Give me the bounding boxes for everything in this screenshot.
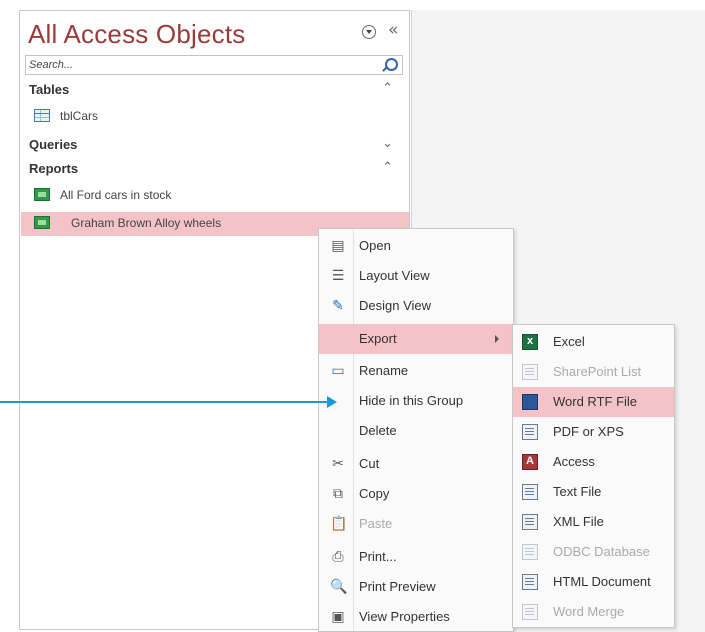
submenu-item-label: Text File — [553, 484, 602, 499]
submenu-item-label: Excel — [553, 334, 585, 349]
submenu-item-sharepoint-list[interactable]: SharePoint List — [513, 357, 674, 387]
cut-icon: ✂ — [332, 456, 344, 472]
print-icon: ⎙ — [332, 549, 344, 565]
print-preview-icon: 🔍 — [330, 579, 348, 595]
copy-icon: ⧉ — [333, 486, 343, 502]
sharepoint-icon — [522, 364, 538, 380]
rename-icon: ▭ — [331, 363, 345, 379]
paste-icon: 📋 — [330, 516, 348, 532]
menu-item-layout-view[interactable]: ☰ Layout View — [319, 261, 513, 291]
submenu-item-xml-file[interactable]: XML File — [513, 507, 674, 537]
shutter-bar-collapse-icon[interactable]: « — [388, 20, 398, 40]
submenu-item-word-merge[interactable]: Word Merge — [513, 597, 674, 627]
menu-item-label: Copy — [359, 486, 390, 501]
menu-item-paste[interactable]: 📋 Paste — [319, 509, 513, 539]
submenu-item-label: HTML Document — [553, 574, 651, 589]
odbc-icon — [522, 544, 538, 560]
chevron-up-icon[interactable]: ⌃ — [382, 160, 393, 175]
group-label: Tables — [29, 82, 70, 97]
submenu-item-label: Word RTF File — [553, 394, 638, 409]
submenu-item-access[interactable]: Access — [513, 447, 674, 477]
menu-item-label: Print Preview — [359, 579, 436, 594]
submenu-item-label: Word Merge — [553, 604, 625, 619]
text-file-icon — [522, 484, 538, 500]
menu-item-hide-in-group[interactable]: Hide in this Group — [319, 386, 513, 416]
submenu-arrow-icon — [495, 335, 499, 343]
menu-item-delete[interactable]: Delete — [319, 416, 513, 446]
report-icon — [34, 188, 50, 201]
menu-item-label: Delete — [359, 423, 397, 438]
group-label: Reports — [29, 161, 79, 176]
submenu-item-label: SharePoint List — [553, 364, 642, 379]
submenu-item-html-document[interactable]: HTML Document — [513, 567, 674, 597]
report-icon — [34, 216, 50, 229]
chevron-up-icon[interactable]: ⌃ — [382, 81, 393, 96]
html-document-icon — [522, 574, 538, 590]
callout-arrow-line — [0, 401, 332, 403]
menu-item-label: Design View — [359, 298, 432, 313]
menu-item-print-preview[interactable]: 🔍 Print Preview — [319, 572, 513, 602]
submenu-item-word-rtf[interactable]: Word RTF File — [513, 387, 674, 417]
menu-item-label: Cut — [359, 456, 380, 471]
menu-item-label: Hide in this Group — [359, 393, 464, 408]
word-merge-icon — [522, 604, 538, 620]
layout-view-icon: ☰ — [331, 268, 345, 284]
menu-item-label: Export — [359, 331, 397, 346]
group-header-tables[interactable]: Tables ⌃ — [29, 81, 399, 97]
group-label: Queries — [29, 137, 78, 152]
open-icon: ▤ — [331, 238, 345, 254]
menu-item-copy[interactable]: ⧉ Copy — [319, 479, 513, 509]
menu-item-label: Open — [359, 238, 391, 253]
export-submenu: Excel SharePoint List Word RTF File PDF … — [512, 324, 675, 628]
context-menu: ▤ Open ☰ Layout View ✎ Design View Expor… — [318, 228, 514, 632]
menu-item-design-view[interactable]: ✎ Design View — [319, 291, 513, 321]
submenu-item-label: ODBC Database — [553, 544, 650, 559]
table-icon — [34, 109, 50, 122]
menu-item-export[interactable]: Export — [319, 324, 513, 354]
menu-item-label: View Properties — [359, 609, 450, 624]
menu-item-print[interactable]: ⎙ Print... — [319, 542, 513, 572]
design-view-icon: ✎ — [332, 298, 344, 314]
nav-item-tblcars[interactable]: tblCars — [34, 105, 410, 129]
nav-item-label: All Ford cars in stock — [60, 188, 172, 202]
nav-item-label: tblCars — [60, 109, 99, 123]
group-header-queries[interactable]: Queries ⌄ — [29, 136, 399, 152]
menu-item-label: Rename — [359, 363, 409, 378]
submenu-item-label: PDF or XPS — [553, 424, 624, 439]
submenu-item-excel[interactable]: Excel — [513, 327, 674, 357]
submenu-item-pdf-xps[interactable]: PDF or XPS — [513, 417, 674, 447]
chevron-down-icon[interactable]: ⌄ — [382, 136, 393, 151]
submenu-item-text-file[interactable]: Text File — [513, 477, 674, 507]
menu-item-label: Layout View — [359, 268, 430, 283]
submenu-item-label: XML File — [553, 514, 604, 529]
nav-pane-title[interactable]: All Access Objects — [28, 19, 245, 50]
nav-pane-menu-icon[interactable] — [362, 25, 376, 39]
menu-item-cut[interactable]: ✂ Cut — [319, 449, 513, 479]
nav-item-all-ford-cars[interactable]: All Ford cars in stock — [34, 184, 410, 208]
menu-item-open[interactable]: ▤ Open — [319, 231, 513, 261]
properties-icon: ▣ — [331, 609, 345, 625]
xml-file-icon — [522, 514, 538, 530]
search-placeholder: Search... — [29, 59, 74, 71]
group-header-reports[interactable]: Reports ⌃ — [29, 160, 399, 176]
excel-icon — [522, 334, 538, 350]
search-icon[interactable] — [385, 58, 398, 71]
nav-item-label: Graham Brown Alloy wheels — [71, 216, 222, 230]
menu-item-rename[interactable]: ▭ Rename — [319, 356, 513, 386]
callout-arrow-head-icon — [327, 396, 337, 408]
search-input[interactable]: Search... — [25, 55, 403, 75]
menu-item-view-properties[interactable]: ▣ View Properties — [319, 602, 513, 632]
submenu-item-odbc-database[interactable]: ODBC Database — [513, 537, 674, 567]
menu-item-label: Print... — [359, 549, 397, 564]
menu-item-label: Paste — [359, 516, 393, 531]
access-icon — [522, 454, 538, 470]
pdf-icon — [522, 424, 538, 440]
word-icon — [522, 394, 538, 410]
submenu-item-label: Access — [553, 454, 595, 469]
